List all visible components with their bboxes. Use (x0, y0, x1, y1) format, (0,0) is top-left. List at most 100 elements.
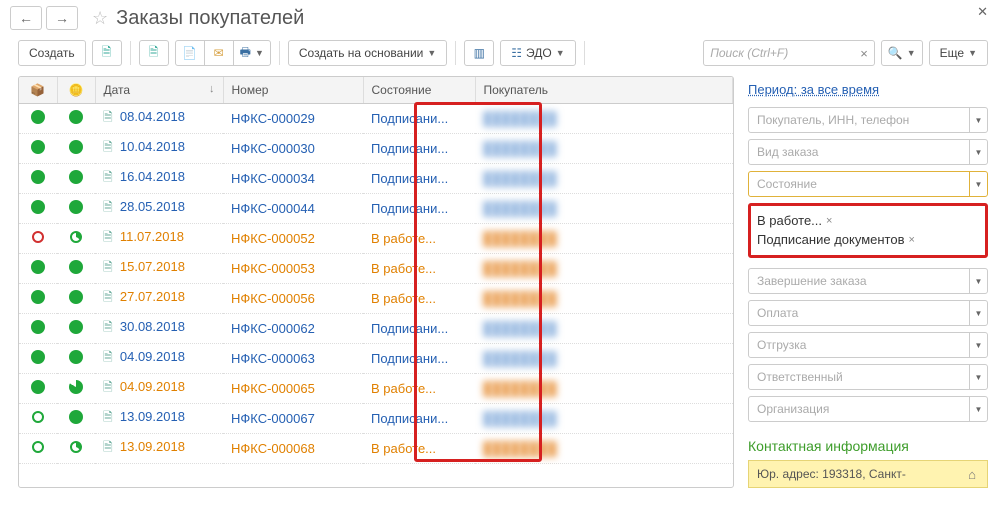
clear-search-icon[interactable]: × (854, 46, 874, 61)
cell-number[interactable]: НФКС-000056 (223, 284, 363, 314)
chevron-down-icon[interactable]: ▼ (969, 397, 987, 421)
cell-date[interactable]: 🗎 30.08.2018 (95, 314, 223, 344)
cell-state[interactable]: В работе... (363, 254, 475, 284)
filter-shipment[interactable]: ▼ (748, 332, 988, 358)
filter-buyer[interactable]: ▼ (748, 107, 988, 133)
cell-number[interactable]: НФКС-000063 (223, 344, 363, 374)
file-button[interactable]: 📄 (175, 40, 205, 66)
table-row[interactable]: 🗎 04.09.2018НФКС-000063Подписани...█████… (19, 344, 733, 374)
col-state[interactable]: Состояние (363, 77, 475, 104)
cell-date[interactable]: 🗎 15.07.2018 (95, 254, 223, 284)
table-row[interactable]: 🗎 13.09.2018НФКС-000067Подписани...█████… (19, 404, 733, 434)
home-icon[interactable]: ⌂ (963, 465, 981, 483)
cell-buyer[interactable]: ████████ (475, 344, 733, 374)
filter-completion-input[interactable] (749, 274, 969, 288)
cell-buyer[interactable]: ████████ (475, 104, 733, 134)
filter-payment-input[interactable] (749, 306, 969, 320)
table-row[interactable]: 🗎 16.04.2018НФКС-000034Подписани...█████… (19, 164, 733, 194)
mail-button[interactable]: ✉ (204, 40, 234, 66)
remove-tag-icon[interactable]: × (908, 234, 914, 246)
col-status2[interactable]: 🪙 (57, 77, 95, 104)
cell-buyer[interactable]: ████████ (475, 254, 733, 284)
nav-back-button[interactable]: ← (10, 6, 42, 30)
cell-state[interactable]: Подписани... (363, 404, 475, 434)
cell-number[interactable]: НФКС-000044 (223, 194, 363, 224)
chevron-down-icon[interactable]: ▼ (969, 108, 987, 132)
close-icon[interactable]: ✕ (977, 4, 988, 20)
filter-state[interactable]: ▼ (748, 171, 988, 197)
cell-state[interactable]: В работе... (363, 224, 475, 254)
filter-buyer-input[interactable] (749, 113, 969, 127)
search-button[interactable]: 🔍▼ (881, 40, 923, 66)
more-button[interactable]: Еще▼ (929, 40, 988, 66)
open-button[interactable]: 🗎 (139, 40, 169, 66)
chevron-down-icon[interactable]: ▼ (969, 333, 987, 357)
cell-state[interactable]: Подписани... (363, 164, 475, 194)
cell-state[interactable]: Подписани... (363, 134, 475, 164)
filter-order-type[interactable]: ▼ (748, 139, 988, 165)
cell-state[interactable]: В работе... (363, 374, 475, 404)
filter-shipment-input[interactable] (749, 338, 969, 352)
col-number[interactable]: Номер (223, 77, 363, 104)
create-button[interactable]: Создать (18, 40, 86, 66)
nav-forward-button[interactable]: → (46, 6, 78, 30)
chevron-down-icon[interactable]: ▼ (969, 365, 987, 389)
cell-state[interactable]: Подписани... (363, 104, 475, 134)
search-box[interactable]: × (703, 40, 875, 66)
cell-buyer[interactable]: ████████ (475, 224, 733, 254)
cell-buyer[interactable]: ████████ (475, 164, 733, 194)
chevron-down-icon[interactable]: ▼ (969, 269, 987, 293)
cell-state[interactable]: В работе... (363, 434, 475, 464)
cell-date[interactable]: 🗎 13.09.2018 (95, 404, 223, 434)
filter-order-type-input[interactable] (749, 145, 969, 159)
cell-buyer[interactable]: ████████ (475, 284, 733, 314)
cell-number[interactable]: НФКС-000067 (223, 404, 363, 434)
cell-buyer[interactable]: ████████ (475, 404, 733, 434)
table-row[interactable]: 🗎 27.07.2018НФКС-000056В работе...██████… (19, 284, 733, 314)
filter-state-input[interactable] (749, 177, 969, 191)
table-row[interactable]: 🗎 08.04.2018НФКС-000029Подписани...█████… (19, 104, 733, 134)
print-button[interactable]: 🖶▼ (233, 40, 271, 66)
col-date[interactable]: Дата↓ (95, 77, 223, 104)
cell-number[interactable]: НФКС-000052 (223, 224, 363, 254)
cell-buyer[interactable]: ████████ (475, 434, 733, 464)
create-from-button[interactable]: Создать на основании▼ (288, 40, 447, 66)
table-row[interactable]: 🗎 28.05.2018НФКС-000044Подписани...█████… (19, 194, 733, 224)
filter-payment[interactable]: ▼ (748, 300, 988, 326)
table-row[interactable]: 🗎 11.07.2018НФКС-000052В работе...██████… (19, 224, 733, 254)
table-row[interactable]: 🗎 15.07.2018НФКС-000053В работе...██████… (19, 254, 733, 284)
cell-date[interactable]: 🗎 04.09.2018 (95, 374, 223, 404)
table-row[interactable]: 🗎 04.09.2018НФКС-000065В работе...██████… (19, 374, 733, 404)
remove-tag-icon[interactable]: × (826, 215, 832, 227)
cell-number[interactable]: НФКС-000068 (223, 434, 363, 464)
create-copy-button[interactable]: 🗎 (92, 40, 122, 66)
cell-number[interactable]: НФКС-000030 (223, 134, 363, 164)
filter-responsible[interactable]: ▼ (748, 364, 988, 390)
chevron-down-icon[interactable]: ▼ (969, 172, 987, 196)
cell-buyer[interactable]: ████████ (475, 314, 733, 344)
filter-completion[interactable]: ▼ (748, 268, 988, 294)
cell-date[interactable]: 🗎 04.09.2018 (95, 344, 223, 374)
cell-date[interactable]: 🗎 10.04.2018 (95, 134, 223, 164)
table-row[interactable]: 🗎 10.04.2018НФКС-000030Подписани...█████… (19, 134, 733, 164)
favorite-icon[interactable]: ☆ (92, 8, 108, 29)
cell-state[interactable]: Подписани... (363, 344, 475, 374)
cell-state[interactable]: В работе... (363, 284, 475, 314)
cell-state[interactable]: Подписани... (363, 314, 475, 344)
cell-number[interactable]: НФКС-000062 (223, 314, 363, 344)
edo-button[interactable]: ☷ ЭДО ▼ (500, 40, 575, 66)
report-button[interactable]: ▥ (464, 40, 494, 66)
filter-organization[interactable]: ▼ (748, 396, 988, 422)
chevron-down-icon[interactable]: ▼ (969, 140, 987, 164)
period-link[interactable]: Период: за все время (748, 82, 879, 97)
cell-buyer[interactable]: ████████ (475, 374, 733, 404)
cell-date[interactable]: 🗎 13.09.2018 (95, 434, 223, 464)
table-row[interactable]: 🗎 13.09.2018НФКС-000068В работе...██████… (19, 434, 733, 464)
cell-number[interactable]: НФКС-000053 (223, 254, 363, 284)
table-row[interactable]: 🗎 30.08.2018НФКС-000062Подписани...█████… (19, 314, 733, 344)
cell-number[interactable]: НФКС-000029 (223, 104, 363, 134)
cell-state[interactable]: Подписани... (363, 194, 475, 224)
search-input[interactable] (704, 46, 854, 60)
cell-date[interactable]: 🗎 08.04.2018 (95, 104, 223, 134)
cell-date[interactable]: 🗎 27.07.2018 (95, 284, 223, 314)
